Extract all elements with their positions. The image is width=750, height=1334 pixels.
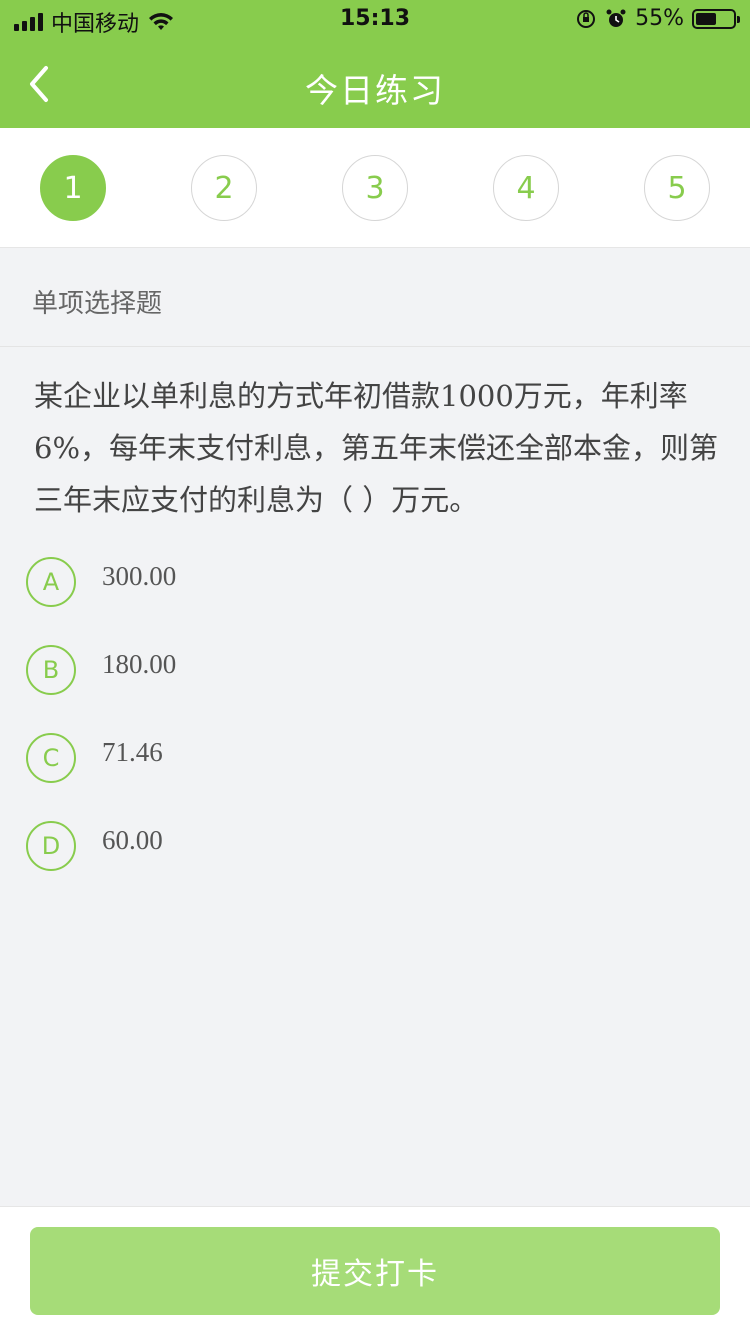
option-d[interactable]: D 60.00 bbox=[26, 821, 716, 881]
step-4-button[interactable]: 4 bbox=[493, 155, 559, 221]
status-right: 55% bbox=[575, 6, 740, 31]
submit-checkin-button[interactable]: 提交打卡 bbox=[30, 1227, 720, 1315]
option-letter-circle: C bbox=[26, 733, 76, 783]
step-2-button[interactable]: 2 bbox=[191, 155, 257, 221]
question-text: 某企业以单利息的方式年初借款1000万元，年利率6%，每年末支付利息，第五年末偿… bbox=[34, 379, 719, 517]
question-step-bar: 1 2 3 4 5 bbox=[0, 128, 750, 248]
page-title: 今日练习 bbox=[305, 71, 445, 110]
battery-icon bbox=[692, 8, 740, 29]
option-a[interactable]: A 300.00 bbox=[26, 557, 716, 617]
option-b[interactable]: B 180.00 bbox=[26, 645, 716, 705]
top-bar: 中国移动 15:13 55% 今日练习 bbox=[0, 0, 750, 128]
option-letter-circle: D bbox=[26, 821, 76, 871]
option-text: 60.00 bbox=[102, 825, 163, 855]
step-1-button[interactable]: 1 bbox=[40, 155, 106, 221]
orientation-lock-icon bbox=[577, 9, 596, 28]
option-letter-circle: B bbox=[26, 645, 76, 695]
alarm-icon bbox=[606, 9, 626, 27]
question-type-header: 单项选择题 bbox=[0, 249, 750, 347]
option-letter-circle: A bbox=[26, 557, 76, 607]
step-5-button[interactable]: 5 bbox=[644, 155, 710, 221]
option-text: 300.00 bbox=[102, 561, 177, 591]
option-text: 180.00 bbox=[102, 649, 177, 679]
status-bar: 中国移动 15:13 55% bbox=[0, 0, 750, 40]
question-type-label: 单项选择题 bbox=[32, 289, 163, 319]
option-text: 71.46 bbox=[102, 737, 163, 767]
option-c[interactable]: C 71.46 bbox=[26, 733, 716, 793]
battery-percent: 55% bbox=[635, 6, 684, 31]
battery-fill bbox=[696, 12, 716, 25]
nav-bar: 今日练习 bbox=[0, 40, 750, 128]
bottom-bar: 提交打卡 bbox=[0, 1206, 750, 1334]
step-3-button[interactable]: 3 bbox=[342, 155, 408, 221]
